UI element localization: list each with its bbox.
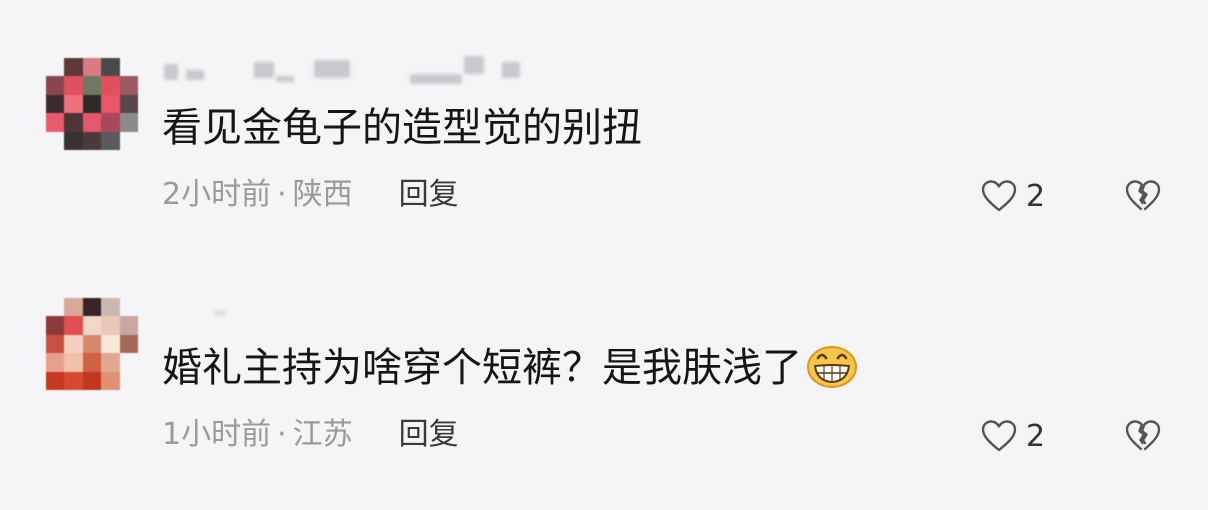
- reply-button[interactable]: 回复: [399, 417, 459, 452]
- like-count: 2: [1026, 418, 1046, 454]
- avatar-mosaic-cell: [64, 316, 83, 335]
- comment-meta: 2小时前 · 陕西 回复: [162, 175, 459, 215]
- avatar-mosaic-cell: [101, 113, 120, 132]
- avatar-mosaic-cell: [101, 131, 120, 150]
- like-count: 2: [1026, 178, 1046, 214]
- dislike-button[interactable]: [1124, 416, 1162, 456]
- dislike-button[interactable]: [1124, 176, 1162, 216]
- avatar-mosaic-cell: [119, 58, 138, 77]
- avatar-mosaic-cell: [64, 113, 83, 132]
- avatar-mosaic-cell: [82, 371, 102, 390]
- username-blurred[interactable]: [162, 294, 532, 324]
- avatar-mosaic-cell: [64, 353, 83, 372]
- meta-separator: ·: [277, 177, 287, 212]
- avatar-mosaic-cell: [119, 334, 138, 354]
- avatar-mosaic-cell: [46, 316, 65, 335]
- comment-text: 看见金龟子的造型觉的别扭: [162, 105, 642, 151]
- avatar-mosaic-cell: [82, 76, 102, 95]
- avatar-mosaic-cell: [119, 371, 138, 390]
- avatar-mosaic-cell: [101, 76, 120, 95]
- avatar-mosaic-cell: [46, 76, 65, 95]
- avatar-mosaic-cell: [119, 353, 138, 372]
- like-button[interactable]: 2: [980, 176, 1045, 216]
- avatar-mosaic-cell: [119, 76, 138, 95]
- avatar[interactable]: [46, 58, 138, 150]
- avatar-mosaic-cell: [46, 113, 65, 132]
- comment-time: 1小时前: [162, 417, 272, 452]
- avatar[interactable]: [46, 298, 138, 390]
- comment-text: 婚礼主持为啥穿个短裤？是我肤浅了: [162, 342, 858, 402]
- avatar-mosaic-cell: [101, 371, 120, 390]
- avatar-mosaic-cell: [119, 94, 138, 114]
- avatar-mosaic-cell: [101, 298, 120, 317]
- avatar-mosaic-cell: [82, 334, 102, 354]
- heart-outline-icon: [981, 180, 1017, 212]
- avatar-mosaic-cell: [64, 94, 83, 114]
- avatar-mosaic-cell: [101, 334, 120, 354]
- comment-text-body: 婚礼主持为啥穿个短裤？是我肤浅了: [162, 345, 802, 391]
- heart-outline-icon: [981, 420, 1017, 452]
- broken-heart-icon: [1125, 180, 1161, 211]
- avatar-mosaic-cell: [119, 316, 138, 335]
- avatar-mosaic-cell: [101, 316, 120, 335]
- username-blurred[interactable]: [162, 54, 532, 84]
- avatar-mosaic-cell: [82, 94, 102, 114]
- grinning-face-emoji: [806, 345, 858, 402]
- comment-location: 陕西: [292, 177, 353, 212]
- comment-item: 看见金龟子的造型觉的别扭 2小时前 · 陕西 回复 2: [0, 40, 1208, 270]
- comment-item: 婚礼主持为啥穿个短裤？是我肤浅了 1小时前 · 江苏 回复 2: [0, 280, 1208, 510]
- avatar-mosaic-cell: [46, 58, 65, 77]
- avatar-mosaic-cell: [64, 371, 83, 390]
- comment-meta: 1小时前 · 江苏 回复: [162, 415, 459, 455]
- avatar-mosaic-cell: [46, 298, 65, 317]
- like-button[interactable]: 2: [980, 416, 1045, 456]
- avatar-mosaic-cell: [82, 316, 102, 335]
- avatar-mosaic-cell: [64, 76, 83, 95]
- avatar-mosaic-cell: [64, 58, 83, 77]
- avatar-mosaic-cell: [101, 94, 120, 114]
- avatar-mosaic-cell: [82, 58, 102, 77]
- broken-heart-icon: [1125, 420, 1161, 451]
- avatar-mosaic-cell: [82, 113, 102, 132]
- avatar-mosaic-cell: [46, 371, 65, 390]
- meta-separator: ·: [277, 417, 287, 452]
- avatar-mosaic-cell: [64, 298, 83, 317]
- avatar-mosaic-cell: [82, 131, 102, 150]
- avatar-mosaic-cell: [46, 353, 65, 372]
- avatar-mosaic-cell: [46, 334, 65, 354]
- avatar-mosaic-cell: [119, 298, 138, 317]
- avatar-mosaic-cell: [119, 131, 138, 150]
- avatar-mosaic-cell: [64, 334, 83, 354]
- avatar-mosaic-cell: [46, 131, 65, 150]
- comment-location: 江苏: [292, 417, 353, 452]
- avatar-mosaic-cell: [64, 131, 83, 150]
- avatar-mosaic-cell: [46, 94, 65, 114]
- comment-time: 2小时前: [162, 177, 272, 212]
- avatar-mosaic-cell: [119, 113, 138, 132]
- avatar-mosaic-cell: [82, 298, 102, 317]
- avatar-mosaic-cell: [101, 58, 120, 77]
- avatar-mosaic-cell: [101, 353, 120, 372]
- reply-button[interactable]: 回复: [399, 177, 459, 212]
- avatar-mosaic-cell: [82, 353, 102, 372]
